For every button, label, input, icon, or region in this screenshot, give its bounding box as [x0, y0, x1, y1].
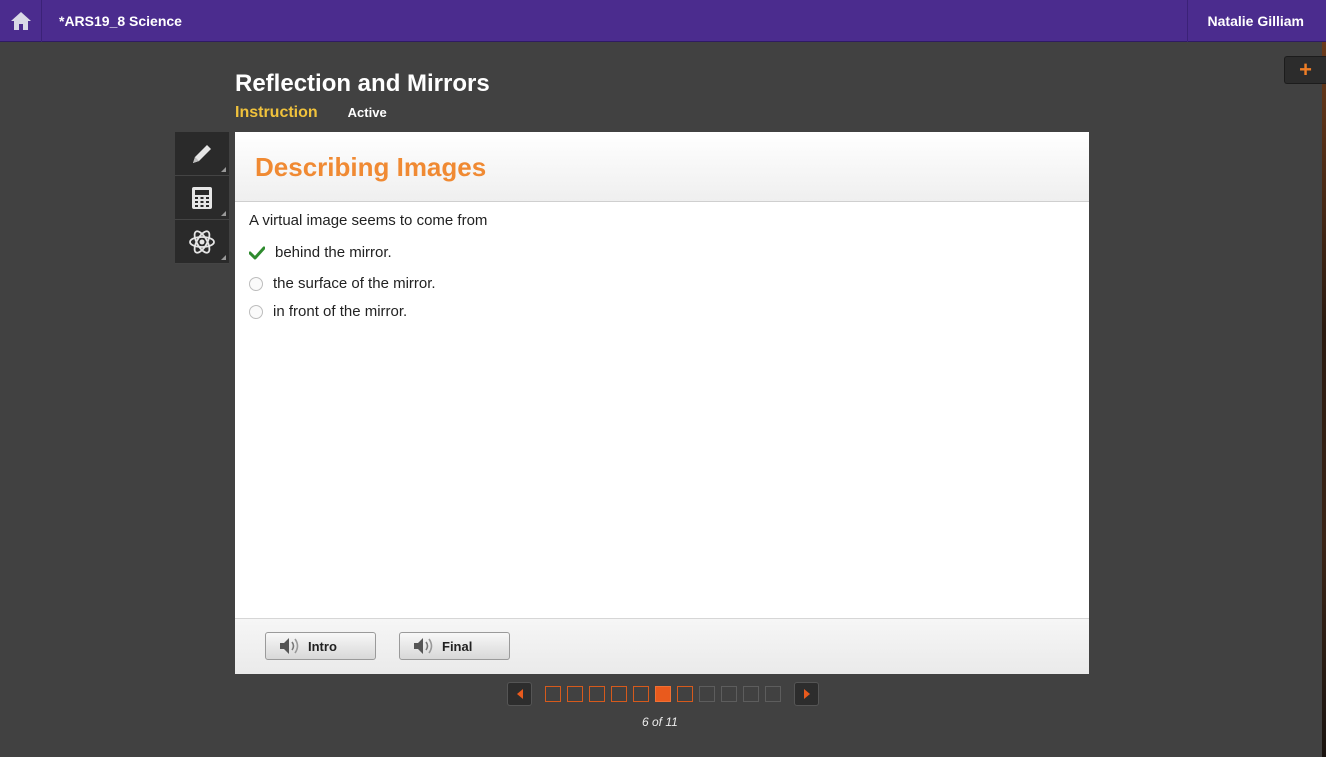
lesson-tabs: Instruction Active: [235, 104, 387, 122]
page-indicator-4[interactable]: [611, 686, 627, 702]
page-indicator-8[interactable]: [699, 686, 715, 702]
question-text: A virtual image seems to come from: [249, 212, 488, 229]
next-page-button[interactable]: [794, 682, 819, 706]
intro-audio-button[interactable]: Intro: [265, 632, 376, 660]
page-indicator-5[interactable]: [633, 686, 649, 702]
page-indicator-7[interactable]: [677, 686, 693, 702]
calculator-tool-button[interactable]: [175, 176, 229, 220]
previous-page-button[interactable]: [507, 682, 532, 706]
lesson-title: Reflection and Mirrors: [235, 70, 490, 97]
science-tool-button[interactable]: [175, 220, 229, 264]
page-indicator-6[interactable]: [655, 686, 671, 702]
answer-option-3[interactable]: in front of the mirror.: [249, 303, 407, 320]
page-indicator-1[interactable]: [545, 686, 561, 702]
answer-label: behind the mirror.: [275, 244, 392, 261]
page-indicator-10[interactable]: [743, 686, 759, 702]
page-indicator-2[interactable]: [567, 686, 583, 702]
expand-plus-button[interactable]: +: [1284, 56, 1326, 84]
panel-footer: Intro Final: [235, 618, 1089, 674]
page-indicator-3[interactable]: [589, 686, 605, 702]
pencil-icon: [193, 144, 211, 163]
radio-button[interactable]: [249, 304, 263, 319]
activity-title: Describing Images: [255, 152, 487, 182]
home-button[interactable]: [0, 0, 42, 42]
top-bar: *ARS19_8 Science Natalie Gilliam: [0, 0, 1326, 42]
tool-column: [175, 132, 229, 264]
user-name-menu[interactable]: Natalie Gilliam: [1186, 0, 1326, 42]
page-count: 6 of 11: [642, 715, 678, 729]
activity-panel: Describing Images A virtual image seems …: [235, 132, 1089, 674]
side-strip: [1322, 42, 1326, 757]
home-icon: [10, 11, 31, 30]
speaker-icon: [280, 638, 299, 654]
checkmark-icon: [249, 246, 265, 260]
page-indicator-9[interactable]: [721, 686, 737, 702]
pagination: [507, 682, 819, 706]
pencil-tool-button[interactable]: [175, 132, 229, 176]
radio-button[interactable]: [249, 276, 263, 291]
arrow-left-icon: [516, 689, 523, 699]
plus-icon: +: [1299, 57, 1312, 82]
tab-instruction[interactable]: Instruction: [235, 104, 318, 122]
final-audio-button[interactable]: Final: [399, 632, 510, 660]
page-indicator-11[interactable]: [765, 686, 781, 702]
page-indicators: [542, 686, 784, 702]
arrow-right-icon: [803, 689, 810, 699]
lesson-status: Active: [347, 105, 387, 120]
panel-header: Describing Images: [235, 132, 1089, 202]
answer-label: in front of the mirror.: [273, 303, 408, 320]
final-label: Final: [442, 638, 473, 654]
calculator-icon: [192, 186, 212, 209]
course-title[interactable]: *ARS19_8 Science: [42, 13, 1187, 29]
answer-label: the surface of the mirror.: [273, 275, 436, 292]
answer-option-2[interactable]: the surface of the mirror.: [249, 275, 436, 292]
answer-option-1[interactable]: behind the mirror.: [249, 244, 392, 261]
speaker-icon: [414, 638, 433, 654]
intro-label: Intro: [308, 638, 337, 654]
atom-icon: [189, 229, 215, 254]
